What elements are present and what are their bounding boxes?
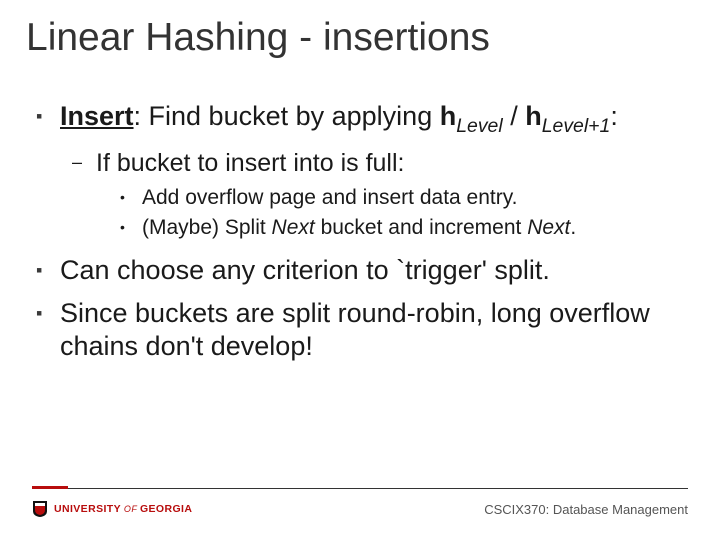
subbullet-if-full: – If bucket to insert into is full:	[72, 148, 680, 179]
bullet-marker: ▪	[36, 254, 60, 287]
course-label: CSCIX370: Database Management	[484, 492, 688, 517]
bullet-text: If bucket to insert into is full:	[96, 148, 404, 179]
footer-rule	[32, 488, 688, 489]
bullet-marker: ▪	[36, 100, 60, 138]
bullet-text: Add overflow page and insert data entry.	[142, 185, 518, 211]
subsub-maybe-split: • (Maybe) Split Next bucket and incremen…	[120, 215, 680, 241]
slide-body: ▪ Insert: Find bucket by applying hLevel…	[0, 60, 720, 363]
bullet-text: Since buckets are split round-robin, lon…	[60, 297, 680, 363]
bullet-roundrobin: ▪ Since buckets are split round-robin, l…	[36, 297, 680, 363]
bullet-text: Can choose any criterion to `trigger' sp…	[60, 254, 680, 287]
footer: UNIVERSITY OF GEORGIA CSCIX370: Database…	[32, 486, 688, 522]
university-name: UNIVERSITY OF GEORGIA	[54, 503, 192, 515]
bullet-marker: –	[72, 148, 96, 179]
university-logo: UNIVERSITY OF GEORGIA	[32, 490, 192, 518]
slide-title: Linear Hashing - insertions	[0, 0, 720, 60]
footer-accent	[32, 486, 68, 489]
bullet-text: Insert: Find bucket by applying hLevel /…	[60, 100, 680, 138]
bullet-marker: •	[120, 215, 142, 241]
bullet-marker: ▪	[36, 297, 60, 363]
bullet-criterion: ▪ Can choose any criterion to `trigger' …	[36, 254, 680, 287]
subsub-add-overflow: • Add overflow page and insert data entr…	[120, 185, 680, 211]
bullet-marker: •	[120, 185, 142, 211]
bullet-text: (Maybe) Split Next bucket and increment …	[142, 215, 576, 241]
slide: Linear Hashing - insertions ▪ Insert: Fi…	[0, 0, 720, 540]
bullet-insert: ▪ Insert: Find bucket by applying hLevel…	[36, 100, 680, 138]
shield-icon	[32, 500, 48, 518]
